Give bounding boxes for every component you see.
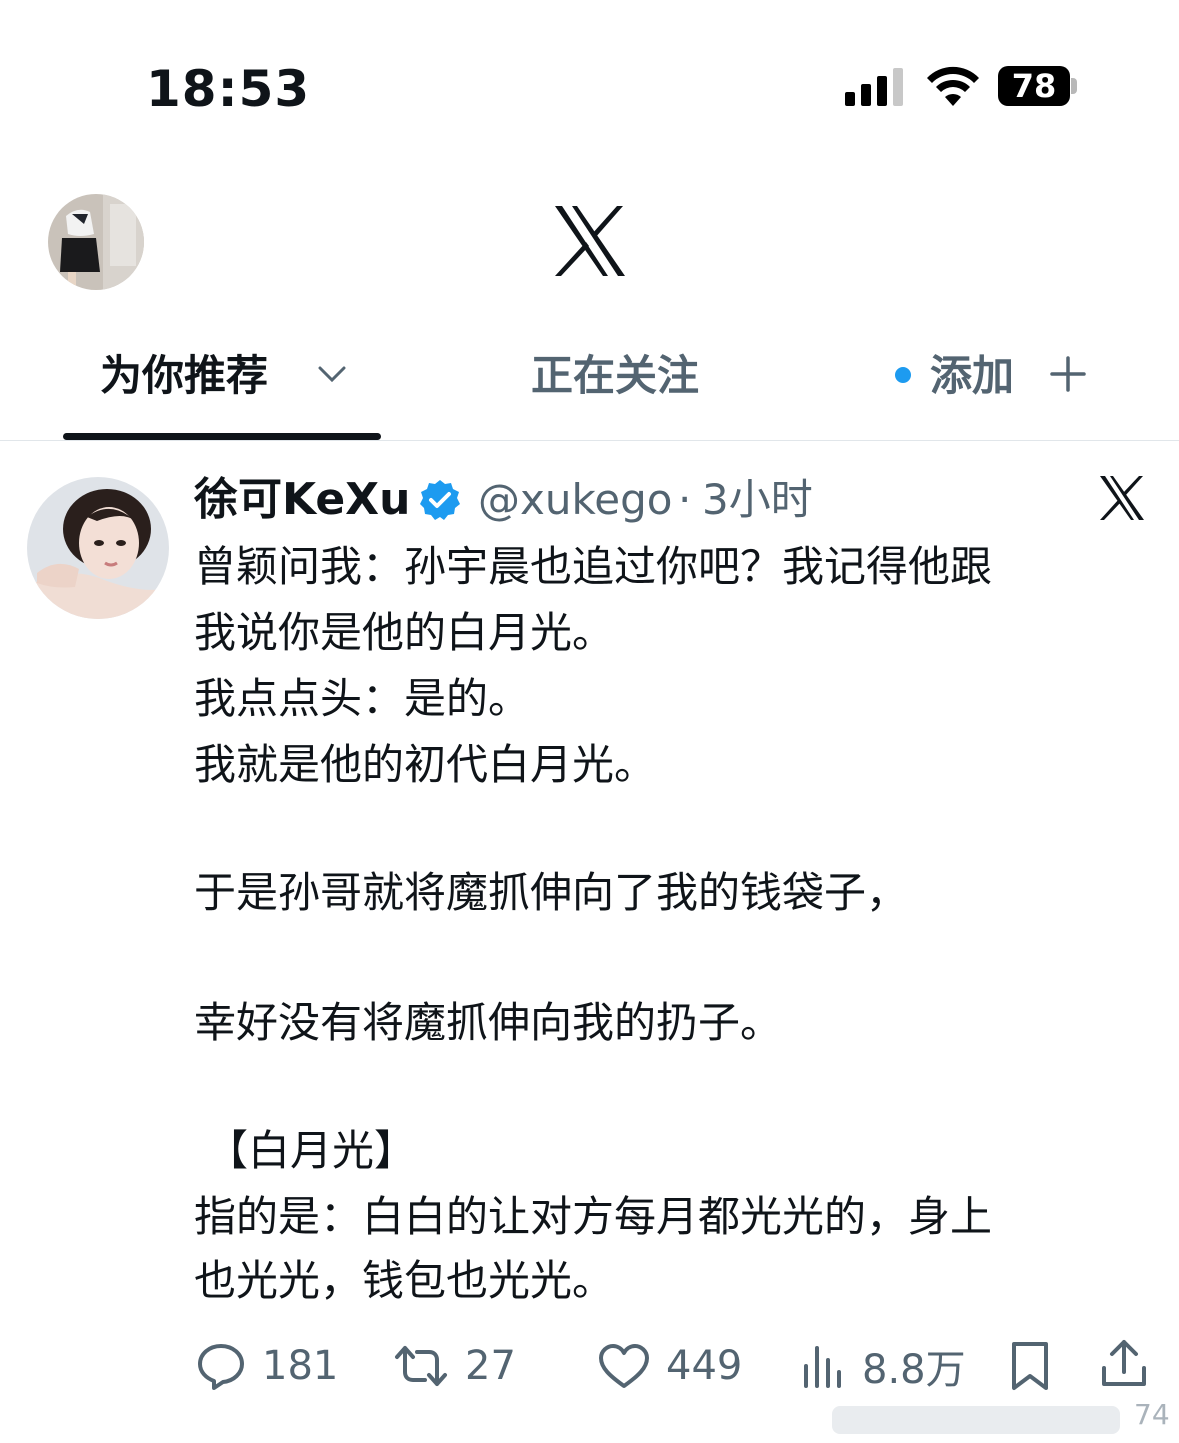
author-name[interactable]: 徐可KeXu <box>194 472 410 528</box>
post-text-line: 曾颖问我：孙宇晨也追过你吧？我记得他跟 <box>194 542 993 591</box>
reply-count: 181 <box>262 1343 339 1389</box>
reply-icon <box>198 1344 244 1390</box>
share-icon[interactable] <box>1100 1338 1148 1390</box>
tab-add[interactable]: 添加 <box>930 346 1014 406</box>
page-number: 74 <box>1134 1398 1170 1431</box>
post-text-line: 幸好没有将魔抓伸向我的扔子。 <box>194 998 783 1047</box>
reply-button[interactable]: 181 <box>196 1338 338 1394</box>
post-text-line: 【白月光】 <box>206 1126 417 1175</box>
post-text-line: 也光光，钱包也光光。 <box>194 1256 615 1305</box>
tab-for-you[interactable]: 为你推荐 <box>100 346 268 406</box>
post-text-line: 指的是：白白的让对方每月都光光的，身上 <box>194 1192 993 1241</box>
battery-icon: 78 <box>998 66 1082 108</box>
views-chart-icon <box>804 1346 841 1388</box>
views-count: 8.8万 <box>862 1347 966 1393</box>
battery-level: 78 <box>1011 67 1057 105</box>
tab-following[interactable]: 正在关注 <box>531 346 699 406</box>
bookmark-icon[interactable] <box>1008 1340 1052 1392</box>
tab-divider <box>0 440 1179 441</box>
like-count: 449 <box>666 1343 743 1389</box>
meta-separator: · <box>678 475 692 524</box>
active-tab-indicator <box>63 433 381 440</box>
verified-badge-icon <box>420 480 460 520</box>
views-button[interactable]: 8.8万 <box>802 1338 966 1394</box>
scroll-indicator <box>832 1406 1120 1434</box>
author-avatar[interactable] <box>27 477 169 619</box>
profile-avatar[interactable] <box>48 194 144 290</box>
heart-icon <box>599 1344 649 1388</box>
post-text-line: 我就是他的初代白月光。 <box>194 740 657 789</box>
post-text-line: 我点点头：是的。 <box>194 674 531 723</box>
post-text-line: 于是孙哥就将魔抓伸向了我的钱袋子， <box>194 868 909 917</box>
cellular-signal-icon <box>845 68 905 106</box>
repost-icon <box>395 1346 447 1386</box>
new-indicator-dot <box>895 367 911 383</box>
x-logo-icon <box>1100 476 1144 520</box>
like-button[interactable]: 449 <box>598 1338 742 1394</box>
x-logo-icon[interactable] <box>553 204 627 278</box>
chevron-down-icon[interactable] <box>315 362 349 386</box>
wifi-icon <box>927 66 979 106</box>
post-text-line: 我说你是他的白月光。 <box>194 608 615 657</box>
status-time: 18:53 <box>146 60 311 118</box>
plus-icon[interactable] <box>1050 356 1086 392</box>
author-handle[interactable]: @xukego <box>478 472 673 528</box>
post-time[interactable]: 3小时 <box>702 472 813 528</box>
repost-button[interactable]: 27 <box>393 1338 516 1394</box>
repost-count: 27 <box>465 1343 516 1389</box>
